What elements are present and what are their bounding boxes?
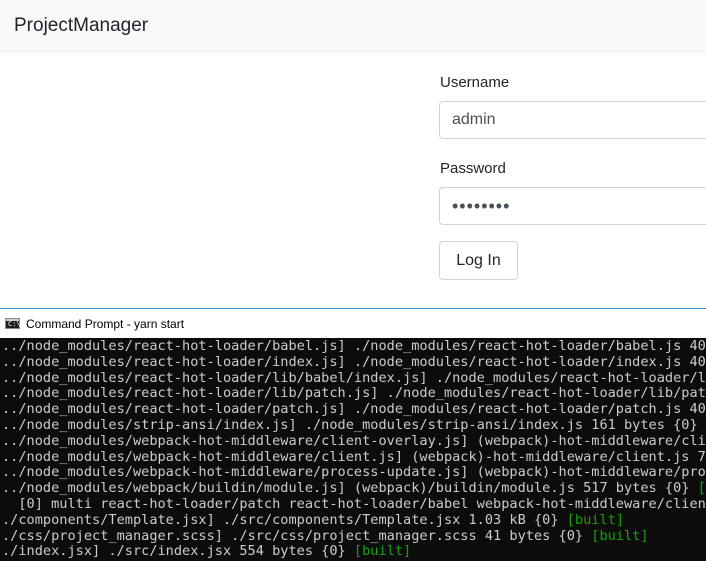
username-label: Username [440, 74, 510, 91]
password-label: Password [440, 160, 506, 177]
console-line-text: ../node_modules/react-hot-loader/index.j… [2, 353, 706, 370]
console-line-text: ./css/project_manager.scss] ./src/css/pr… [2, 527, 592, 544]
console-line: ../node_modules/react-hot-loader/lib/bab… [2, 369, 706, 387]
console-line-text: ../node_modules/react-hot-loader/lib/pat… [2, 385, 706, 402]
login-button[interactable]: Log In [439, 241, 518, 280]
console-built-tag: [built] [353, 543, 412, 560]
console-line-text: ./components/Template.jsx] ./src/compone… [2, 511, 567, 528]
console-line: ./components/Template.jsx] ./src/compone… [2, 511, 706, 529]
console-line: ../node_modules/strip-ansi/index.js] ./n… [2, 416, 706, 434]
console-line: ./css/project_manager.scss] ./src/css/pr… [2, 527, 706, 545]
console-line-text: ../node_modules/webpack-hot-middleware/c… [2, 448, 706, 465]
screen: ProjectManager Username Password Log In … [0, 0, 706, 561]
console-built-tag: [built] [591, 527, 649, 544]
console-line: ../node_modules/webpack-hot-middleware/c… [2, 448, 706, 466]
command-prompt-icon: C:\ [5, 318, 21, 329]
console-line-text: ../node_modules/react-hot-loader/lib/bab… [2, 369, 706, 386]
console-line-text: [0] multi react-hot-loader/patch react-h… [2, 495, 706, 512]
console-line-text: ../node_modules/react-hot-loader/patch.j… [2, 401, 706, 418]
console-line: ./index.jsx] ./src/index.jsx 554 bytes {… [2, 543, 706, 560]
console-line-text: ../node_modules/react-hot-loader/babel.j… [2, 338, 706, 354]
console-built-tag: [built] [697, 480, 706, 497]
brand-title[interactable]: ProjectManager [14, 15, 148, 37]
console-line: ../node_modules/react-hot-loader/patch.j… [2, 401, 706, 418]
console-line: ../node_modules/webpack-hot-middleware/c… [2, 432, 706, 450]
command-prompt-window[interactable]: C:\ Command Prompt - yarn start ../node_… [0, 308, 706, 561]
command-prompt-title: Command Prompt - yarn start [26, 317, 185, 331]
console-line: ../node_modules/webpack/buildin/module.j… [2, 480, 706, 497]
username-input[interactable] [439, 101, 706, 139]
app-navbar: ProjectManager [0, 0, 706, 52]
console-line-text: ../node_modules/webpack/buildin/module.j… [2, 480, 698, 497]
console-line-text: ../node_modules/webpack-hot-middleware/p… [2, 464, 706, 481]
console-line: ../node_modules/react-hot-loader/babel.j… [2, 338, 706, 355]
console-line-text: ../node_modules/strip-ansi/index.js] ./n… [2, 416, 706, 433]
console-line-text: ./index.jsx] ./src/index.jsx 554 bytes {… [2, 543, 354, 560]
console-line: ../node_modules/react-hot-loader/index.j… [2, 353, 706, 371]
console-line-text: ../node_modules/webpack-hot-middleware/c… [2, 432, 706, 449]
console-line: ../node_modules/webpack-hot-middleware/p… [2, 464, 706, 481]
console-line: ../node_modules/react-hot-loader/lib/pat… [2, 385, 706, 402]
console-output[interactable]: ../node_modules/react-hot-loader/babel.j… [0, 338, 706, 561]
console-built-tag: [built] [566, 511, 625, 528]
console-line: [0] multi react-hot-loader/patch react-h… [2, 495, 706, 513]
console-lines: ../node_modules/react-hot-loader/babel.j… [2, 338, 706, 560]
password-input[interactable] [439, 187, 706, 225]
command-prompt-titlebar[interactable]: C:\ Command Prompt - yarn start [0, 309, 706, 338]
